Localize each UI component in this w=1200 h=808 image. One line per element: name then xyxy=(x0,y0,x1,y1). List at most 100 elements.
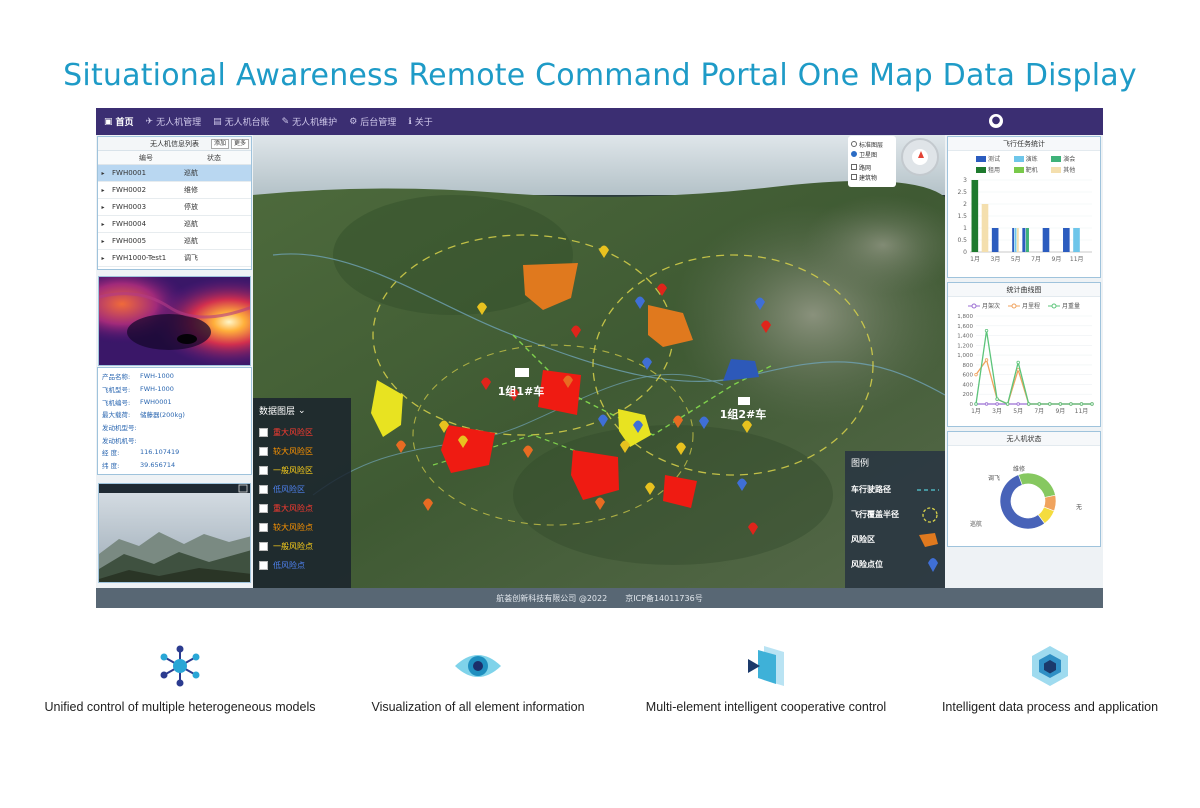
legend-item[interactable]: 靶机 xyxy=(1013,165,1052,174)
expand-arrow-icon[interactable]: ▸ xyxy=(98,238,108,245)
y-tick-label: 1,600 xyxy=(957,324,973,330)
layer-toggle[interactable]: 一般风险点 xyxy=(259,537,345,556)
compass-icon[interactable] xyxy=(901,138,939,176)
device-list-title-text: 无人机信息列表 xyxy=(150,139,199,148)
legend-item[interactable]: 演会 xyxy=(1051,154,1089,163)
footer-icp[interactable]: 京ICP备14011736号 xyxy=(625,593,703,604)
legend-label: 风险区 xyxy=(851,535,875,544)
legend-item[interactable]: 租用 xyxy=(976,165,1014,174)
y-tick-label: 200 xyxy=(963,392,974,398)
user-icon[interactable]: ● xyxy=(989,114,1003,128)
y-tick-label: 1,000 xyxy=(957,353,973,359)
layers-title: 数据图层 ⌄ xyxy=(259,404,345,418)
expand-arrow-icon[interactable]: ▸ xyxy=(98,204,108,211)
nav-backend[interactable]: ⚙ 后台管理 xyxy=(349,115,397,129)
legend-label: 月重量 xyxy=(1062,303,1081,310)
legend-item[interactable]: 其他 xyxy=(1051,165,1089,174)
app-screenshot: ▣ 首页 ✈ 无人机管理 ▤ 无人机台账 ✎ 无人机维护 ⚙ 后台管理 ℹ 关于 ● 无人机… xyxy=(96,108,1103,608)
thermal-image xyxy=(98,276,251,366)
hexagon-cube-icon xyxy=(1032,646,1068,686)
y-tick-label: 0 xyxy=(963,249,967,256)
x-tick-label: 7月 xyxy=(1031,256,1041,263)
more-button[interactable]: 更多 xyxy=(230,139,249,149)
stat-line-chart: 02004006008001,0001,2001,4001,6001,8001月… xyxy=(957,314,1094,415)
layer-toggle[interactable]: 一般风险区 xyxy=(259,461,345,480)
table-row[interactable]: ▸ FWH0003 停放 xyxy=(98,199,251,216)
info-key: 发动机型号: xyxy=(102,424,137,433)
feature-label: Multi-element intelligent cooperative co… xyxy=(645,700,887,714)
layer-toggle[interactable]: 重大风险区 xyxy=(259,423,345,442)
legend-label: 月架次 xyxy=(981,303,1000,310)
layers-title-text: 数据图层 xyxy=(259,407,296,417)
table-row[interactable]: ▸ FWH1000-Test1 调飞 xyxy=(98,250,251,267)
layer-toggle[interactable]: 低风险点 xyxy=(259,556,345,575)
series-line xyxy=(975,330,1092,405)
legend-item[interactable]: 演练 xyxy=(1013,154,1052,163)
table-row[interactable]: ▸ FWH0001 巡航 xyxy=(98,165,251,182)
opt-label: 标准图层 xyxy=(859,141,884,149)
legend-item[interactable]: 月重量 xyxy=(1048,301,1080,310)
legend-item[interactable]: 测试 xyxy=(976,154,1014,163)
nav-label: 后台管理 xyxy=(360,118,397,128)
map-view[interactable]: 1组1#车 1组2#车 标准图层 卫星图 路网 建筑物 数据图层 ⌄ 重大风险区 … xyxy=(253,135,945,588)
info-icon: ℹ xyxy=(408,116,412,127)
data-point xyxy=(984,402,989,406)
satellite-layer-option[interactable]: 卫星图 xyxy=(851,149,893,159)
ledger-icon: ▤ xyxy=(213,116,222,127)
layer-toggle[interactable]: 较大风险区 xyxy=(259,442,345,461)
bar xyxy=(991,228,999,252)
chart-title: 无人机状态 xyxy=(948,432,1100,446)
table-row[interactable]: ▸ FWH0004 巡航 xyxy=(98,216,251,233)
nav-label: 无人机维护 xyxy=(292,118,338,128)
road-network-toggle[interactable]: 路网 xyxy=(851,162,893,172)
nav-label: 无人机台账 xyxy=(224,118,270,128)
buildings-toggle[interactable]: 建筑物 xyxy=(851,172,893,182)
y-tick-label: 1.5 xyxy=(957,213,967,220)
standard-layer-option[interactable]: 标准图层 xyxy=(851,139,893,149)
nav-home[interactable]: ▣ 首页 xyxy=(104,115,134,129)
data-point xyxy=(1079,402,1084,406)
layer-label: 较大风险点 xyxy=(273,523,313,532)
expand-arrow-icon[interactable]: ▸ xyxy=(98,255,108,262)
info-row: 发动机型号: xyxy=(102,421,247,434)
expand-arrow-icon[interactable]: ▸ xyxy=(98,187,108,194)
donut-label: 调飞 xyxy=(988,474,1000,482)
camera-feed[interactable] xyxy=(98,483,251,583)
expand-arrow-icon[interactable]: ▸ xyxy=(98,170,108,177)
legend-label: 飞行覆盖半径 xyxy=(851,510,899,519)
nav-drone-ledger[interactable]: ▤ 无人机台账 xyxy=(213,115,270,129)
table-row[interactable]: ▸ FWH0002 维修 xyxy=(98,182,251,199)
legend-item[interactable]: 月架次 xyxy=(967,301,1000,310)
nav-about[interactable]: ℹ 关于 xyxy=(408,115,432,129)
data-point xyxy=(1048,402,1052,406)
row-id: FWH0005 xyxy=(112,237,147,245)
app-footer: 航荟创新科技有限公司 @2022 京ICP备14011736号 xyxy=(96,588,1103,608)
x-tick-label: 9月 xyxy=(1052,256,1062,263)
row-status: 停放 xyxy=(184,203,198,211)
nav-drone-maintain[interactable]: ✎ 无人机维护 xyxy=(281,115,338,129)
info-row: 飞机型号: FWH-1000 xyxy=(102,383,247,396)
wrench-icon: ✎ xyxy=(281,116,290,127)
layer-label: 低风险区 xyxy=(273,485,305,494)
nav-drone-manage[interactable]: ✈ 无人机管理 xyxy=(146,115,202,129)
add-button[interactable]: 添加 xyxy=(210,139,229,149)
x-tick-label: 11月 xyxy=(1070,256,1084,263)
layer-toggle[interactable]: 较大风险点 xyxy=(259,518,345,537)
layer-toggle[interactable]: 重大风险点 xyxy=(259,499,345,518)
layer-toggle[interactable]: 低风险区 xyxy=(259,480,345,499)
y-tick-label: 2.5 xyxy=(957,189,967,196)
expand-arrow-icon[interactable]: ▸ xyxy=(98,221,108,228)
chevron-down-icon[interactable]: ⌄ xyxy=(298,406,306,416)
y-tick-label: 1,400 xyxy=(957,334,973,340)
row-status: 调飞 xyxy=(184,254,198,262)
map-type-control: 标准图层 卫星图 路网 建筑物 xyxy=(848,136,896,187)
row-id: FWH1000-Test1 xyxy=(112,254,167,262)
right-panel: 飞行任务统计 测试 演练 演会 租用 靶机 其他 0 0.5 1 1.5 2 2.5 3 1月… xyxy=(945,135,1103,588)
donut-label: 维修 xyxy=(1013,465,1025,473)
donut-label: 巡航 xyxy=(970,520,982,528)
layer-label: 一般风险区 xyxy=(273,466,313,475)
legend-item[interactable]: 月里程 xyxy=(1007,301,1040,310)
bar xyxy=(1012,228,1015,252)
table-row[interactable]: ▸ FWH0005 巡航 xyxy=(98,233,251,250)
data-point xyxy=(984,328,989,333)
